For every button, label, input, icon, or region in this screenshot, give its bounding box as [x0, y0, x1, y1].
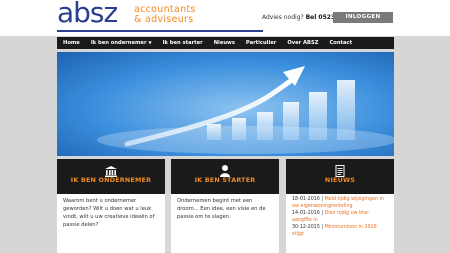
nav-item-label: Ik ben ondernemer [90, 40, 147, 46]
card-title: IK BEN ONDERNEMER [70, 176, 152, 184]
logo-wordmark: absz [57, 0, 118, 29]
card-text: Ondernemen begint met een droom... Een i… [177, 198, 266, 220]
list-item: 14-01-2016 | Dien tijdig uw btw-aangifte… [292, 211, 370, 223]
card-title: NIEUWS [324, 176, 356, 184]
nav-item-particulier[interactable]: Particulier [240, 37, 281, 49]
list-item: 30-12-2015 | Minimumloon in 2016 stijgt [292, 225, 377, 237]
advice-label: Advies nodig? [262, 14, 306, 21]
logo-underline [57, 30, 263, 32]
nav-item-home[interactable]: Home [57, 37, 85, 49]
nav-item-label: Home [63, 40, 80, 46]
card-nieuws: NIEUWS 18-01-2016 | Meld tijdig wijzigin… [286, 159, 394, 253]
card-ondernemer[interactable]: IK BEN ONDERNEMER Waarom bent u ondernem… [57, 159, 165, 253]
card-text: Waarom bent u ondernemer geworden? Wilt … [63, 198, 155, 228]
nav-item-label: Ik ben starter [162, 40, 203, 46]
nav-item-label: Contact [329, 40, 353, 46]
news-list: 18-01-2016 | Meld tijdig wijzigingen in … [286, 194, 394, 238]
nav-item-ondernemer[interactable]: Ik ben ondernemer ▼ [85, 37, 157, 49]
card-starter[interactable]: IK BEN STARTER Ondernemen begint met een… [171, 159, 279, 253]
nav-item-label: Nieuws [213, 40, 235, 46]
card-header: IK BEN ONDERNEMER [57, 159, 165, 194]
nav-item-nieuws[interactable]: Nieuws [208, 37, 240, 49]
card-title: IK BEN STARTER [194, 176, 256, 184]
nav-item-over-absz[interactable]: Over ABSZ [281, 37, 323, 49]
card-header: NIEUWS [286, 159, 394, 194]
nav-item-label: Particulier [245, 40, 277, 46]
chevron-down-icon: ▼ [148, 40, 152, 45]
nav-item-label: Over ABSZ [287, 40, 319, 46]
logo-tagline-line2: & adviseurs [134, 14, 194, 25]
logo-tagline: accountants & adviseurs [134, 5, 196, 25]
nav-item-contact[interactable]: Contact [323, 37, 357, 49]
list-item: 18-01-2016 | Meld tijdig wijzigingen in … [292, 197, 384, 209]
logo[interactable]: absz accountants & adviseurs [57, 0, 263, 32]
card-header: IK BEN STARTER [171, 159, 279, 194]
news-date: 18-01-2016 [292, 197, 320, 202]
news-date: 14-01-2016 [292, 211, 320, 216]
login-button[interactable]: INLOGGEN [333, 12, 393, 23]
news-date: 30-12-2015 [292, 225, 320, 230]
nav-item-starter[interactable]: Ik ben starter [157, 37, 208, 49]
hero-banner [57, 52, 394, 156]
main-nav: Home Ik ben ondernemer ▼ Ik ben starter N… [57, 37, 394, 49]
hero-growth-image [57, 52, 394, 156]
